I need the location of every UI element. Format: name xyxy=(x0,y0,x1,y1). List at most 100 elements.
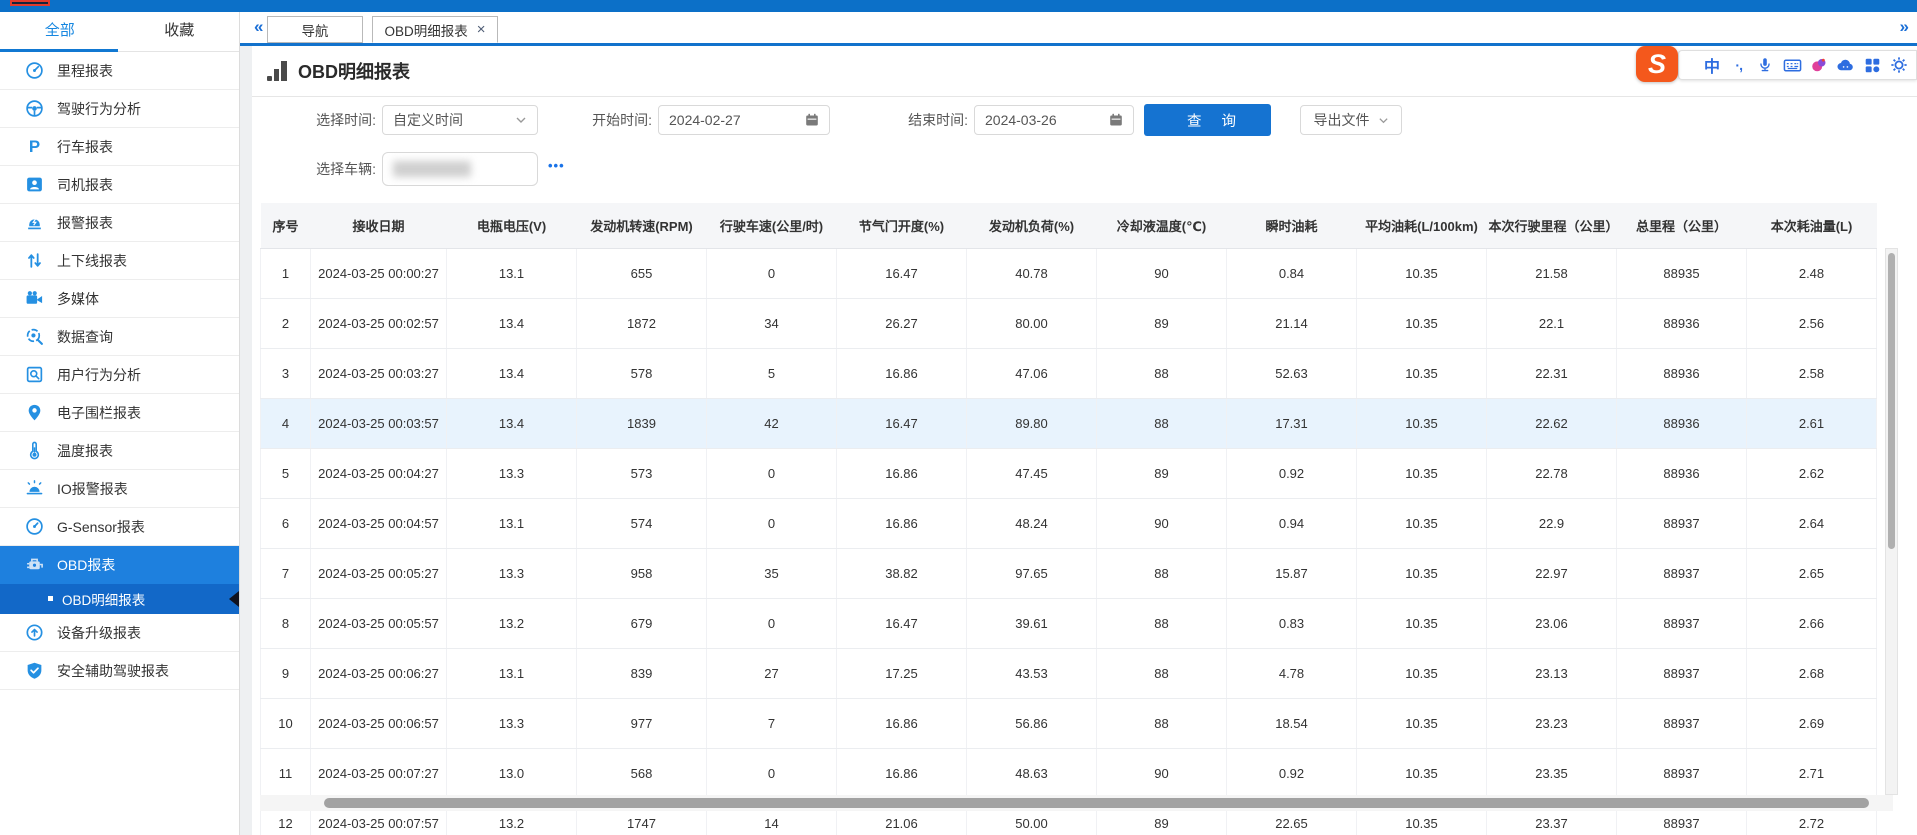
sidebar-item-多媒体[interactable]: 多媒体 xyxy=(0,280,239,318)
sidebar-item-里程报表[interactable]: 里程报表 xyxy=(0,52,239,90)
sidebar-menu: 里程报表驾驶行为分析P行车报表司机报表报警报表上下线报表多媒体数据查询用户行为分… xyxy=(0,52,239,690)
table-row[interactable]: 42024-03-25 00:03:5713.418394216.4789.80… xyxy=(261,398,1877,448)
steering-wheel-icon xyxy=(24,99,44,119)
ime-toolbar: 中 ·, xyxy=(1678,50,1917,80)
export-file-label: 导出文件 xyxy=(1314,110,1370,130)
table-row[interactable]: 22024-03-25 00:02:5713.418723426.2780.00… xyxy=(261,298,1877,348)
start-date-input[interactable]: 2024-02-27 xyxy=(658,105,830,135)
sidebar-item-设备升级报表[interactable]: 设备升级报表 xyxy=(0,614,239,652)
table-body: 12024-03-25 00:00:2713.1655016.4740.7890… xyxy=(261,248,1877,835)
tab-obd-detail-report[interactable]: OBD明细报表 × xyxy=(372,16,498,43)
sidebar-item-电子围栏报表[interactable]: 电子围栏报表 xyxy=(0,394,239,432)
punctuation-icon[interactable]: ·, xyxy=(1728,54,1750,76)
table-row[interactable]: 32024-03-25 00:03:2713.4578516.8647.0688… xyxy=(261,348,1877,398)
table-cell: 2024-03-25 00:04:57 xyxy=(311,498,447,548)
export-file-button[interactable]: 导出文件 xyxy=(1300,105,1402,135)
table-cell: 7 xyxy=(707,698,837,748)
table-cell: 97.65 xyxy=(967,548,1097,598)
table-cell: 88 xyxy=(1097,348,1227,398)
table-cell: 23.23 xyxy=(1487,698,1617,748)
more-vehicles-button[interactable]: ••• xyxy=(548,158,565,173)
table-cell: 13.1 xyxy=(447,248,577,298)
sidebar-item-上下线报表[interactable]: 上下线报表 xyxy=(0,242,239,280)
top-title-bar xyxy=(0,0,1917,12)
sidebar-item-数据查询[interactable]: 数据查询 xyxy=(0,318,239,356)
sidebar-item-label: 里程报表 xyxy=(57,61,113,81)
sidebar-item-label: 设备升级报表 xyxy=(57,623,141,643)
sidebar-item-IO报警报表[interactable]: IO报警报表 xyxy=(0,470,239,508)
table-row[interactable]: 82024-03-25 00:05:5713.2679016.4739.6188… xyxy=(261,598,1877,648)
table-cell: 17.25 xyxy=(837,648,967,698)
time-type-select[interactable]: 自定义时间 xyxy=(382,105,538,135)
upgrade-icon xyxy=(24,623,44,643)
sidebar-item-OBD明细报表[interactable]: OBD明细报表 xyxy=(0,584,239,614)
table-cell: 56.86 xyxy=(967,698,1097,748)
table-cell: 48.24 xyxy=(967,498,1097,548)
table-cell: 574 xyxy=(577,498,707,548)
vehicle-select-input[interactable] xyxy=(382,152,538,186)
collapse-right-icon[interactable]: » xyxy=(1900,17,1909,37)
sidebar-item-驾驶行为分析[interactable]: 驾驶行为分析 xyxy=(0,90,239,128)
sidebar-item-司机报表[interactable]: 司机报表 xyxy=(0,166,239,204)
sidebar-item-用户行为分析[interactable]: 用户行为分析 xyxy=(0,356,239,394)
sidebar-item-温度报表[interactable]: 温度报表 xyxy=(0,432,239,470)
keyboard-icon[interactable] xyxy=(1781,54,1803,76)
mic-icon[interactable] xyxy=(1754,54,1776,76)
table-cell: 0 xyxy=(707,248,837,298)
table-row[interactable]: 62024-03-25 00:04:5713.1574016.8648.2490… xyxy=(261,498,1877,548)
sidebar-item-label: 用户行为分析 xyxy=(57,365,141,385)
sidebar-item-行车报表[interactable]: P行车报表 xyxy=(0,128,239,166)
table-row[interactable]: 72024-03-25 00:05:2713.39583538.8297.658… xyxy=(261,548,1877,598)
column-header: 电瓶电压(V) xyxy=(447,203,577,248)
tab-obd-detail-label: OBD明细报表 xyxy=(384,20,467,40)
table-cell: 839 xyxy=(577,648,707,698)
collapse-left-icon[interactable]: « xyxy=(254,17,263,37)
sidebar-tab-all[interactable]: 全部 xyxy=(0,12,120,51)
horizontal-scrollbar[interactable] xyxy=(260,795,1893,811)
tab-navigation[interactable]: 导航 xyxy=(267,16,363,43)
sidebar-item-安全辅助驾驶报表[interactable]: 安全辅助驾驶报表 xyxy=(0,652,239,690)
sidebar-item-label: 数据查询 xyxy=(57,327,113,347)
table-row[interactable]: 102024-03-25 00:06:5713.3977716.8656.868… xyxy=(261,698,1877,748)
up-down-icon xyxy=(24,251,44,271)
sidebar-item-OBD报表[interactable]: OBD报表 xyxy=(0,546,239,584)
horizontal-scrollbar-thumb[interactable] xyxy=(324,798,1869,808)
gear-icon[interactable] xyxy=(1888,54,1910,76)
speedometer-icon xyxy=(24,61,44,81)
table-cell: 40.78 xyxy=(967,248,1097,298)
sidebar-item-G-Sensor报表[interactable]: G-Sensor报表 xyxy=(0,508,239,546)
redacted-logo xyxy=(10,0,50,6)
cloud-icon[interactable] xyxy=(1835,54,1857,76)
ime-mode-chinese[interactable]: 中 xyxy=(1701,54,1723,76)
skin-icon[interactable] xyxy=(1808,54,1830,76)
sidebar-item-label: IO报警报表 xyxy=(57,479,128,499)
tab-navigation-label: 导航 xyxy=(302,20,329,40)
table-cell: 2.61 xyxy=(1747,398,1877,448)
table-row[interactable]: 112024-03-25 00:07:2713.0568016.8648.639… xyxy=(261,748,1877,798)
table-row[interactable]: 92024-03-25 00:06:2713.18392717.2543.538… xyxy=(261,648,1877,698)
column-header: 冷却液温度(℃) xyxy=(1097,203,1227,248)
table-cell: 1 xyxy=(261,248,311,298)
table-row[interactable]: 12024-03-25 00:00:2713.1655016.4740.7890… xyxy=(261,248,1877,298)
table-cell: 10.35 xyxy=(1357,598,1487,648)
vertical-scrollbar-thumb[interactable] xyxy=(1888,253,1895,549)
table-cell: 11 xyxy=(261,748,311,798)
query-button[interactable]: 查 询 xyxy=(1144,104,1271,136)
vertical-scrollbar[interactable] xyxy=(1885,248,1898,795)
table-cell: 2024-03-25 00:02:57 xyxy=(311,298,447,348)
column-header: 平均油耗(L/100km) xyxy=(1357,203,1487,248)
close-icon[interactable]: × xyxy=(477,22,486,37)
table-cell: 16.86 xyxy=(837,698,967,748)
column-header: 行驶车速(公里/时) xyxy=(707,203,837,248)
table-cell: 2.65 xyxy=(1747,548,1877,598)
grid-icon[interactable] xyxy=(1861,54,1883,76)
column-header: 接收日期 xyxy=(311,203,447,248)
end-date-input[interactable]: 2024-03-26 xyxy=(974,105,1134,135)
io-alarm-icon xyxy=(24,479,44,499)
table-cell: 2024-03-25 00:04:27 xyxy=(311,448,447,498)
sogou-logo-icon[interactable]: S xyxy=(1636,46,1678,82)
sidebar-tab-favorites[interactable]: 收藏 xyxy=(120,12,240,51)
table-row[interactable]: 52024-03-25 00:04:2713.3573016.8647.4589… xyxy=(261,448,1877,498)
table-cell: 16.86 xyxy=(837,498,967,548)
sidebar-item-报警报表[interactable]: 报警报表 xyxy=(0,204,239,242)
